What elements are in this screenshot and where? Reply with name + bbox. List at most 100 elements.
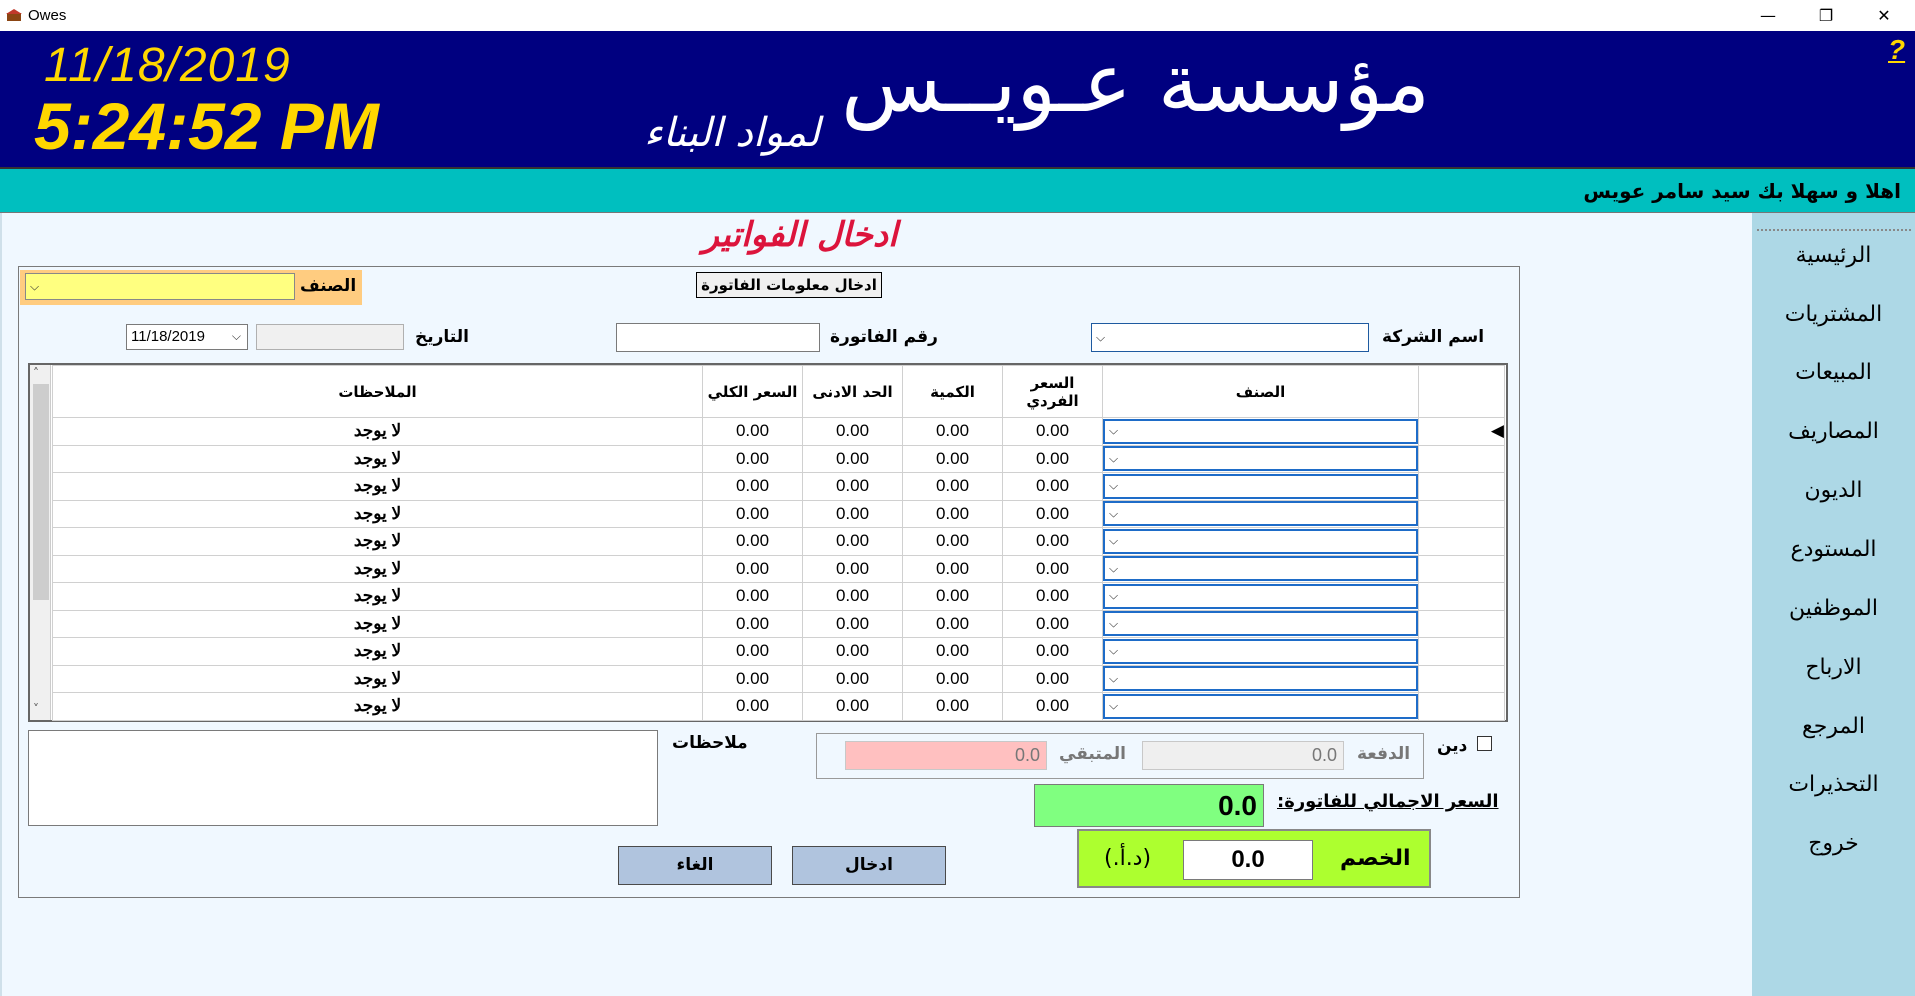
row-unit-price-cell[interactable]: 0.00 (1002, 527, 1103, 556)
sidebar-item-reference[interactable]: المرجع (1752, 714, 1915, 739)
date-picker[interactable]: 11/18/2019 ⌵ (126, 324, 248, 350)
row-min-limit-cell[interactable]: 0.00 (802, 499, 903, 528)
table-row[interactable]: لا يوجد 0.00 0.00 0.00 0.00 ⌵ (52, 554, 1505, 583)
row-unit-price-cell[interactable]: 0.00 (1002, 664, 1103, 693)
row-category-combo[interactable]: ⌵ (1103, 446, 1418, 472)
row-indicator[interactable] (1418, 582, 1505, 611)
row-notes-cell[interactable]: لا يوجد (52, 692, 703, 721)
invoice-total-field[interactable]: 0.0 (1034, 784, 1264, 827)
notes-textarea[interactable] (28, 730, 658, 826)
row-notes-cell[interactable]: لا يوجد (52, 609, 703, 638)
sidebar-item-warehouse[interactable]: المستودع (1752, 537, 1915, 562)
sidebar-item-sales[interactable]: المبيعات (1752, 360, 1915, 385)
row-unit-price-cell[interactable]: 0.00 (1002, 582, 1103, 611)
row-notes-cell[interactable]: لا يوجد (52, 554, 703, 583)
row-category-combo[interactable]: ⌵ (1103, 583, 1418, 609)
row-min-limit-cell[interactable]: 0.00 (802, 417, 903, 446)
row-min-limit-cell[interactable]: 0.00 (802, 664, 903, 693)
row-quantity-cell[interactable]: 0.00 (902, 609, 1003, 638)
row-quantity-cell[interactable]: 0.00 (902, 664, 1003, 693)
row-total-price-cell[interactable]: 0.00 (702, 554, 803, 583)
row-total-price-cell[interactable]: 0.00 (702, 472, 803, 501)
row-category-combo[interactable]: ⌵ (1103, 666, 1418, 692)
row-quantity-cell[interactable]: 0.00 (902, 499, 1003, 528)
sidebar-item-purchases[interactable]: المشتريات (1752, 302, 1915, 327)
row-indicator[interactable] (1418, 664, 1505, 693)
table-row[interactable]: لا يوجد 0.00 0.00 0.00 0.00 ⌵ (52, 472, 1505, 501)
row-unit-price-cell[interactable]: 0.00 (1002, 692, 1103, 721)
row-min-limit-cell[interactable]: 0.00 (802, 609, 903, 638)
row-category-combo[interactable]: ⌵ (1103, 556, 1418, 582)
discount-input[interactable]: 0.0 (1183, 840, 1313, 880)
row-min-limit-cell[interactable]: 0.00 (802, 472, 903, 501)
row-notes-cell[interactable]: لا يوجد (52, 472, 703, 501)
row-total-price-cell[interactable]: 0.00 (702, 692, 803, 721)
row-quantity-cell[interactable]: 0.00 (902, 417, 1003, 446)
row-indicator[interactable]: ◀ (1418, 417, 1505, 446)
sidebar-item-warnings[interactable]: التحذيرات (1752, 772, 1915, 797)
column-header-total-price[interactable]: السعر الكلي (702, 365, 803, 418)
debt-checkbox[interactable] (1477, 736, 1492, 751)
table-row[interactable]: لا يوجد 0.00 0.00 0.00 0.00 ⌵ (52, 527, 1505, 556)
row-quantity-cell[interactable]: 0.00 (902, 692, 1003, 721)
table-row[interactable]: لا يوجد 0.00 0.00 0.00 0.00 ⌵ (52, 692, 1505, 721)
sidebar-item-employees[interactable]: الموظفين (1752, 596, 1915, 621)
row-total-price-cell[interactable]: 0.00 (702, 444, 803, 473)
row-indicator[interactable] (1418, 499, 1505, 528)
category-combo[interactable]: ⌵ (25, 273, 295, 300)
row-total-price-cell[interactable]: 0.00 (702, 582, 803, 611)
row-quantity-cell[interactable]: 0.00 (902, 527, 1003, 556)
row-category-combo[interactable]: ⌵ (1103, 611, 1418, 637)
row-quantity-cell[interactable]: 0.00 (902, 554, 1003, 583)
row-min-limit-cell[interactable]: 0.00 (802, 582, 903, 611)
row-quantity-cell[interactable]: 0.00 (902, 444, 1003, 473)
table-row[interactable]: لا يوجد 0.00 0.00 0.00 0.00 ⌵ (52, 609, 1505, 638)
minimize-button[interactable]: — (1737, 0, 1799, 31)
sidebar-item-profits[interactable]: الارباح (1752, 655, 1915, 680)
cancel-button[interactable]: الغاء (618, 846, 772, 885)
sidebar-item-exit[interactable]: خروج (1752, 831, 1915, 856)
row-notes-cell[interactable]: لا يوجد (52, 444, 703, 473)
row-category-combo[interactable]: ⌵ (1103, 693, 1418, 719)
sidebar-item-home[interactable]: الرئيسية (1752, 243, 1915, 268)
row-notes-cell[interactable]: لا يوجد (52, 527, 703, 556)
column-header-notes[interactable]: الملاحظات (52, 365, 703, 418)
paid-input[interactable]: 0.0 (1142, 741, 1344, 770)
row-category-combo[interactable]: ⌵ (1103, 501, 1418, 527)
row-min-limit-cell[interactable]: 0.00 (802, 527, 903, 556)
row-category-combo[interactable]: ⌵ (1103, 638, 1418, 664)
row-indicator[interactable] (1418, 472, 1505, 501)
column-header-quantity[interactable]: الكمية (902, 365, 1003, 418)
row-quantity-cell[interactable]: 0.00 (902, 582, 1003, 611)
scroll-up-icon[interactable]: ˄ (33, 366, 39, 380)
row-min-limit-cell[interactable]: 0.00 (802, 637, 903, 666)
row-category-combo[interactable]: ⌵ (1103, 473, 1418, 499)
invoice-info-button[interactable]: ادخال معلومات الفاتورة (696, 272, 882, 298)
enter-button[interactable]: ادخال (792, 846, 946, 885)
close-button[interactable]: ✕ (1853, 0, 1915, 31)
column-header-min-limit[interactable]: الحد الادنى (802, 365, 903, 418)
row-indicator[interactable] (1418, 692, 1505, 721)
sidebar-item-debts[interactable]: الديون (1752, 478, 1915, 503)
row-indicator[interactable] (1418, 637, 1505, 666)
sidebar-item-expenses[interactable]: المصاريف (1752, 419, 1915, 444)
company-name-combo[interactable]: ⌵ (1091, 323, 1369, 352)
table-row[interactable]: لا يوجد 0.00 0.00 0.00 0.00 ⌵ (52, 444, 1505, 473)
row-indicator[interactable] (1418, 554, 1505, 583)
table-row[interactable]: لا يوجد 0.00 0.00 0.00 0.00 ⌵ (52, 637, 1505, 666)
row-total-price-cell[interactable]: 0.00 (702, 499, 803, 528)
row-notes-cell[interactable]: لا يوجد (52, 499, 703, 528)
help-icon[interactable]: ? (1888, 34, 1905, 66)
row-category-combo[interactable]: ⌵ (1103, 418, 1418, 444)
row-quantity-cell[interactable]: 0.00 (902, 472, 1003, 501)
table-row[interactable]: لا يوجد 0.00 0.00 0.00 0.00 ⌵ (52, 499, 1505, 528)
row-min-limit-cell[interactable]: 0.00 (802, 444, 903, 473)
remaining-input[interactable]: 0.0 (845, 741, 1047, 770)
row-quantity-cell[interactable]: 0.00 (902, 637, 1003, 666)
row-indicator[interactable] (1418, 527, 1505, 556)
column-header-category[interactable]: الصنف (1102, 365, 1419, 418)
row-unit-price-cell[interactable]: 0.00 (1002, 444, 1103, 473)
row-notes-cell[interactable]: لا يوجد (52, 417, 703, 446)
row-unit-price-cell[interactable]: 0.00 (1002, 637, 1103, 666)
scroll-down-icon[interactable]: ˅ (33, 702, 39, 716)
